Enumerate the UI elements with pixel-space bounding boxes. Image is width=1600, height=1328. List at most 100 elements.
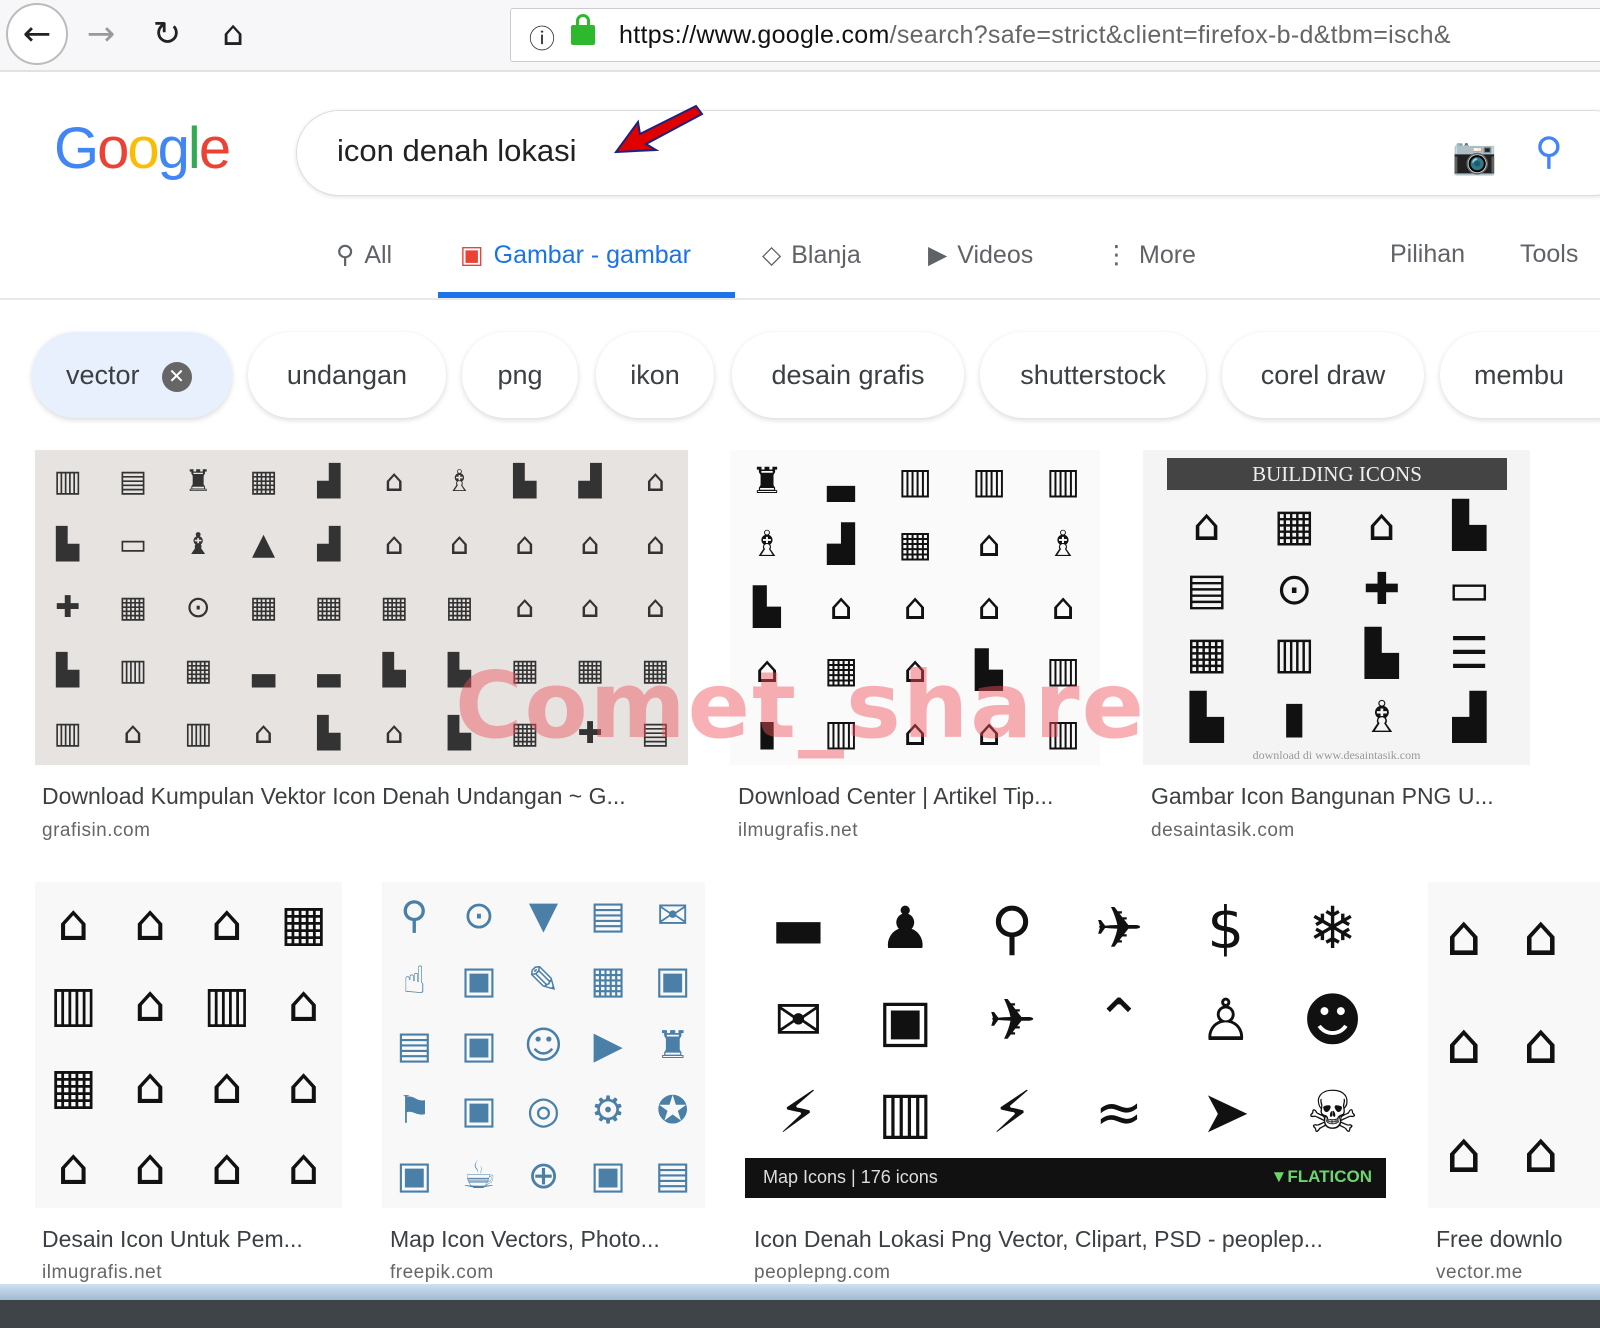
result-title[interactable]: Desain Icon Untuk Pem... — [42, 1226, 303, 1253]
lock-icon — [571, 25, 595, 45]
result-title[interactable]: Map Icon Vectors, Photo... — [390, 1226, 660, 1253]
result-source[interactable]: peoplepng.com — [754, 1262, 890, 1284]
result-source[interactable]: vector.me — [1436, 1262, 1523, 1284]
thumbnail-icon: ⌃ — [1094, 986, 1144, 1054]
thumbnail-icon: ⌂ — [829, 587, 853, 628]
home-icon[interactable]: ⌂ — [208, 10, 258, 60]
tools-button[interactable]: Tools — [1520, 240, 1578, 269]
close-icon[interactable]: ✕ — [161, 361, 192, 392]
image-icon: ▣ — [460, 240, 484, 269]
thumbnail-icon: ▶ — [593, 1022, 623, 1067]
thumbnail-icon: ☕ — [461, 1153, 496, 1198]
thumbnail-icon: ⌂ — [134, 1138, 166, 1197]
thumbnail-icon: ▙ — [56, 527, 80, 562]
url-path: /search?safe=strict&client=firefox-b-d&t… — [889, 21, 1451, 49]
thumbnail-icon: ⌂ — [1523, 903, 1559, 969]
result-image[interactable]: ⌂ ⌂ ⌂ ▦ ▥ ⌂ ▥ ⌂ ▦ ⌂ ⌂ ⌂ ⌂ ⌂ ⌂ ⌂ — [35, 882, 342, 1208]
result-image[interactable]: ⌂ ⌂ ⌂ ⌂ ⌂ ⌂ — [1428, 882, 1600, 1208]
tab-label: More — [1139, 241, 1196, 269]
search-icon[interactable]: ⚲ — [1535, 129, 1563, 173]
thumbnail-icon: ♜ — [655, 1022, 690, 1067]
result-title[interactable]: Gambar Icon Bangunan PNG U... — [1151, 783, 1494, 810]
chip-corel-draw[interactable]: corel draw — [1222, 332, 1424, 418]
result-image[interactable]: ⚲ ⊙ ▼ ▤ ✉ ☝ ▣ ✎ ▦ ▣ ▤ ▣ ☺ ▶ ♜ ⚑ ▣ ◎ ⚙ ✪ ▣ ☕ ⊕ ▣ ▤ — [382, 882, 705, 1208]
result-source[interactable]: freepik.com — [390, 1262, 494, 1284]
thumbnail-icon: ⌂ — [211, 1138, 243, 1197]
chip-membu[interactable]: membu — [1440, 332, 1600, 418]
thumbnail-icon: ⌂ — [1367, 500, 1396, 552]
result-title[interactable]: Free downlo — [1436, 1226, 1563, 1253]
url-text[interactable]: https://www.google.com/search?safe=stric… — [619, 21, 1451, 50]
thumbnail-icon: ☺ — [523, 1022, 564, 1067]
thumbnail-icon: ▦ — [49, 1056, 97, 1115]
result-source[interactable]: grafisin.com — [42, 820, 150, 842]
image-heading: BUILDING ICONS — [1167, 458, 1507, 490]
thumbnail-icon: ▦ — [184, 653, 213, 688]
image-caption: Map Icons | 176 icons — [763, 1167, 938, 1187]
search-input[interactable]: icon denah lokasi — [337, 133, 577, 169]
reload-icon[interactable]: ↻ — [142, 10, 192, 60]
thumbnail-icon: ⌂ — [134, 893, 166, 952]
result-title[interactable]: Download Kumpulan Vektor Icon Denah Unda… — [42, 783, 626, 810]
result-title[interactable]: Icon Denah Lokasi Png Vector, Clipart, P… — [754, 1226, 1323, 1253]
forward-icon[interactable]: → — [76, 10, 126, 60]
result-image[interactable]: BUILDING ICONS ⌂ ▦ ⌂ ▙ ▤ ⊙ ✚ ▭ ▦ ▥ ▙ ☰ ▙ ▮ ♗ ▟ download… — [1143, 450, 1530, 765]
tab-images[interactable]: ▣ Gambar - gambar — [460, 240, 691, 270]
window-edge — [0, 1284, 1600, 1300]
back-icon[interactable]: ← — [6, 3, 68, 65]
chip-ikon[interactable]: ikon — [596, 332, 714, 418]
thumbnail-icon: ♗ — [1362, 691, 1402, 743]
thumbnail-icon: ▦ — [379, 590, 409, 625]
pilihan-button[interactable]: Pilihan — [1390, 240, 1465, 269]
tab-label: All — [364, 241, 393, 269]
thumbnail-icon: ⌂ — [1446, 1121, 1482, 1187]
thumbnail-icon: ♝ — [184, 527, 212, 562]
tab-videos[interactable]: ▶ Videos — [928, 240, 1033, 270]
thumbnail-icon: ⌂ — [580, 527, 600, 562]
thumbnail-icon: ▦ — [314, 590, 344, 625]
chip-desain-grafis[interactable]: desain grafis — [732, 332, 964, 418]
search-icon: ⚲ — [336, 240, 355, 269]
url-bar[interactable]: ⓘ https://www.google.com/search?safe=str… — [510, 8, 1600, 62]
thumbnail-icon: ⌂ — [211, 893, 243, 952]
result-source[interactable]: desaintasik.com — [1151, 820, 1295, 842]
search-box[interactable]: icon denah lokasi 📷 ⚲ — [296, 110, 1600, 196]
thumbnail-icon: ≈ — [1094, 1078, 1144, 1146]
thumbnail-icon: ⊙ — [1275, 564, 1313, 616]
thumbnail-icon: ⌂ — [57, 893, 90, 952]
tab-all[interactable]: ⚲ All — [336, 240, 392, 270]
thumbnail-icon: ▥ — [118, 653, 148, 688]
lock-shackle — [576, 14, 590, 28]
result-source[interactable]: ilmugrafis.net — [42, 1262, 162, 1284]
thumbnail-icon: ▥ — [49, 975, 97, 1034]
thumbnail-icon: ⌂ — [1446, 903, 1482, 969]
thumbnail-icon: ⌂ — [977, 524, 1001, 565]
thumbnail-icon: ▦ — [249, 590, 278, 625]
play-icon: ▶ — [928, 240, 948, 269]
image-footer: download di www.desaintasik.com — [1252, 748, 1421, 762]
thumbnail-icon: ♗ — [1046, 524, 1080, 565]
info-icon[interactable]: ⓘ — [529, 19, 555, 56]
chip-png[interactable]: png — [462, 332, 578, 418]
thumbnail-icon: ⌂ — [287, 1056, 320, 1115]
tab-shopping[interactable]: ◇ Blanja — [762, 240, 861, 270]
result-title[interactable]: Download Center | Artikel Tip... — [738, 783, 1053, 810]
thumbnail-icon: ▤ — [118, 464, 148, 499]
camera-icon[interactable]: 📷 — [1452, 135, 1497, 177]
chip-undangan[interactable]: undangan — [248, 332, 446, 418]
chip-shutterstock[interactable]: shutterstock — [980, 332, 1206, 418]
result-image[interactable]: ▬ ♟ ⚲ ✈ $ ❄ ✉ ▣ ✈ ⌃ ♙ ☻ ⚡ ▥ ⚡ ≈ ➤ ☠ Map Icons | 176 icons… — [745, 882, 1386, 1198]
thumbnail-icon: ▃ — [827, 461, 855, 502]
google-logo[interactable]: Google — [54, 115, 231, 182]
result-source[interactable]: ilmugrafis.net — [738, 820, 858, 842]
thumbnail-icon: ⌂ — [977, 587, 1001, 628]
thumbnail-icon: ▤ — [1185, 564, 1228, 616]
thumbnail-icon: ⌂ — [384, 527, 404, 562]
tab-more[interactable]: ⋮ More — [1104, 240, 1196, 270]
thumbnail-icon: ▦ — [1185, 627, 1228, 679]
thumbnail-icon: ⚡ — [778, 1078, 819, 1146]
thumbnail-icon: ▥ — [1045, 461, 1080, 502]
thumbnail-icon: ⌂ — [384, 716, 404, 751]
thumbnail-icon: ▙ — [753, 587, 781, 628]
chip-vector[interactable]: vector ✕ — [32, 332, 232, 418]
